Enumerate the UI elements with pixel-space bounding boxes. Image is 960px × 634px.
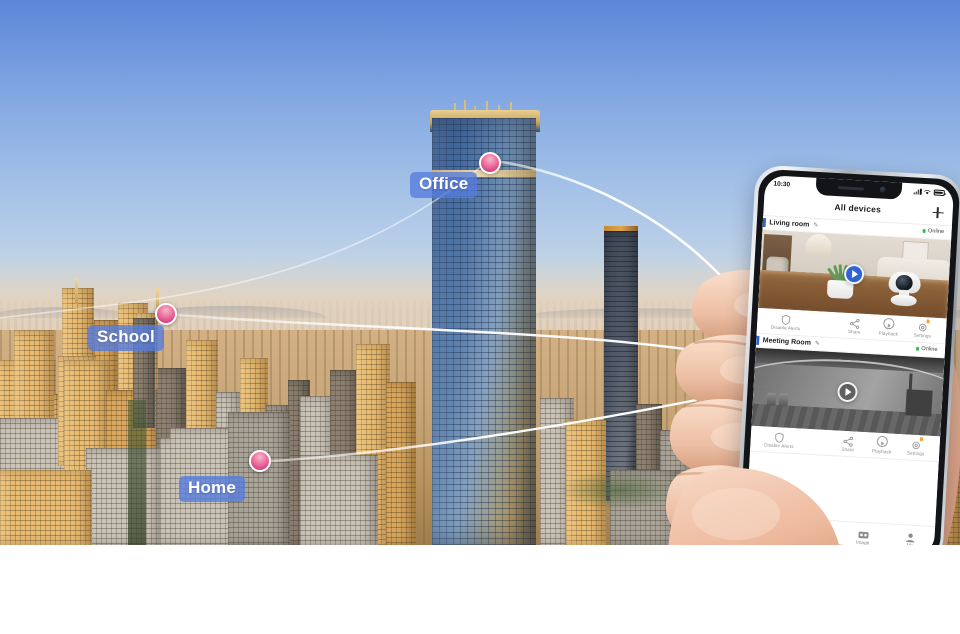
cellular-bars-icon (913, 188, 922, 195)
action-share[interactable]: Share (831, 433, 866, 452)
status-time: 10:30 (773, 180, 791, 188)
pencil-icon[interactable]: ✎ (813, 221, 818, 228)
furniture-box (905, 389, 933, 417)
action-playback[interactable]: Playback (865, 435, 900, 454)
action-disable-alerts[interactable]: Disable Alerts (762, 311, 809, 331)
bin (766, 392, 776, 407)
earpiece-speaker (837, 185, 864, 191)
bin (778, 393, 788, 407)
status-label: Online (921, 346, 938, 353)
action-playback[interactable]: Playback (871, 317, 906, 336)
device-name: Living room (769, 218, 810, 229)
camera-preview-living-room[interactable] (757, 229, 951, 318)
wall-art (901, 240, 929, 260)
notification-badge (926, 319, 930, 324)
security-camera-device (887, 270, 921, 307)
tag-home[interactable]: Home (179, 476, 246, 502)
share-icon (849, 316, 861, 330)
status-label: Online (927, 228, 945, 236)
promo-banner: Office School Home 10:30 All devices Liv… (0, 0, 960, 634)
playback-icon (883, 318, 895, 330)
front-camera-icon (879, 186, 887, 193)
shield-icon (780, 312, 792, 326)
online-dot-icon (915, 347, 919, 351)
online-dot-icon (922, 229, 926, 233)
device-status: Online (922, 228, 944, 235)
app-title: All devices (834, 201, 882, 215)
shield-icon (774, 430, 786, 444)
pin-school[interactable] (155, 303, 177, 325)
action-disable-alerts[interactable]: Disable Alerts (756, 429, 803, 449)
wifi-icon (924, 190, 931, 195)
device-status: Online (915, 346, 938, 353)
action-share[interactable]: Share (837, 316, 872, 335)
caption-bar: Whether you are in the next room or on t… (0, 545, 960, 634)
pin-home[interactable] (249, 450, 271, 472)
tag-school[interactable]: School (88, 325, 164, 351)
playback-icon (876, 435, 889, 448)
device-name: Meeting Room (762, 336, 812, 347)
person-icon (904, 530, 917, 543)
action-settings[interactable]: Settings (899, 437, 934, 456)
battery-icon (933, 189, 945, 196)
add-device-button[interactable] (932, 207, 944, 219)
device-accent-bar (762, 217, 766, 227)
pencil-icon[interactable]: ✎ (815, 340, 820, 347)
notification-badge (919, 437, 924, 441)
tag-office[interactable]: Office (410, 172, 478, 198)
image-icon (857, 527, 870, 540)
gear-icon (917, 319, 930, 332)
gear-icon (910, 437, 924, 450)
pin-office[interactable] (479, 152, 501, 174)
device-accent-bar (755, 335, 760, 345)
camera-preview-meeting-room[interactable] (750, 347, 945, 436)
share-icon (843, 434, 855, 447)
action-settings[interactable]: Settings (905, 319, 940, 338)
